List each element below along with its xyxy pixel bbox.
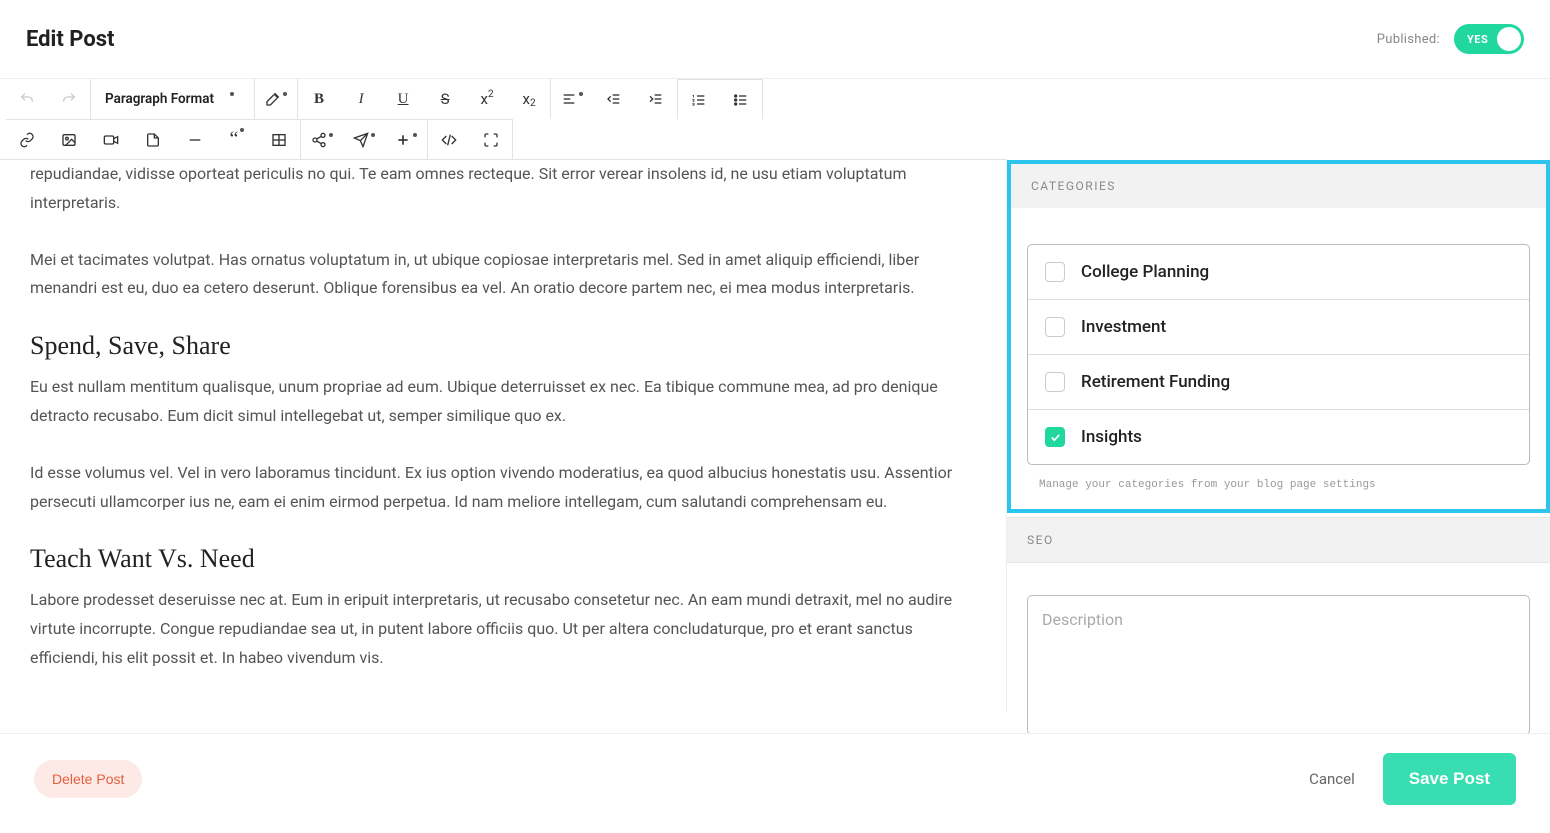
unordered-list-button[interactable]	[720, 80, 762, 120]
categories-panel: CATEGORIES College Planning Investment R…	[1007, 160, 1550, 513]
send-button[interactable]	[343, 120, 385, 160]
category-item[interactable]: College Planning	[1028, 245, 1529, 300]
code-button[interactable]	[428, 120, 470, 160]
category-checkbox[interactable]	[1045, 262, 1065, 282]
page-title: Edit Post	[26, 27, 115, 52]
seo-description-input[interactable]	[1027, 595, 1530, 735]
file-button[interactable]	[132, 120, 174, 160]
underline-button[interactable]: U	[382, 79, 424, 119]
insert-button[interactable]	[385, 120, 427, 160]
superscript-button[interactable]: x2	[466, 79, 508, 119]
paragraph-text: Labore prodesset deseruisse nec at. Eum …	[30, 586, 976, 672]
toggle-label: YES	[1467, 33, 1488, 46]
strikethrough-button[interactable]: S	[424, 79, 466, 119]
hr-button[interactable]	[174, 120, 216, 160]
category-checkbox[interactable]	[1045, 317, 1065, 337]
paragraph-text: Eu est nullam mentitum qualisque, unum p…	[30, 373, 976, 431]
italic-button[interactable]: I	[340, 79, 382, 119]
header-actions: Published: YES	[1377, 24, 1524, 54]
seo-title: SEO	[1007, 517, 1550, 563]
indent-button[interactable]	[635, 79, 677, 119]
footer: Delete Post Cancel Save Post	[0, 733, 1550, 823]
category-label: College Planning	[1081, 262, 1209, 282]
editor-toolbar: Paragraph Format B I U S x2 x2 123 “	[0, 79, 1007, 160]
magic-button[interactable]	[255, 79, 297, 119]
redo-button[interactable]	[48, 79, 90, 119]
footer-right: Cancel Save Post	[1309, 753, 1516, 805]
categories-help: Manage your categories from your blog pa…	[1039, 479, 1528, 491]
share-button[interactable]	[301, 120, 343, 160]
quote-button[interactable]: “	[216, 120, 258, 160]
category-label: Retirement Funding	[1081, 372, 1230, 392]
align-button[interactable]	[551, 79, 593, 119]
paragraph-text: Id esse volumus vel. Vel in vero laboram…	[30, 459, 976, 517]
category-item[interactable]: Retirement Funding	[1028, 355, 1529, 410]
undo-button[interactable]	[6, 79, 48, 119]
fullscreen-button[interactable]	[470, 120, 512, 160]
paragraph-text: Mei et tacimates volutpat. Has ornatus v…	[30, 246, 976, 304]
ordered-list-button[interactable]: 123	[678, 80, 720, 120]
svg-text:3: 3	[692, 101, 694, 106]
outdent-button[interactable]	[593, 79, 635, 119]
published-label: Published:	[1377, 32, 1440, 47]
cancel-button[interactable]: Cancel	[1309, 770, 1355, 788]
category-checkbox[interactable]	[1045, 427, 1065, 447]
video-button[interactable]	[90, 120, 132, 160]
heading-text: Teach Want Vs. Need	[30, 544, 976, 574]
subscript-button[interactable]: x2	[508, 79, 550, 119]
category-checkbox[interactable]	[1045, 372, 1065, 392]
delete-post-button[interactable]: Delete Post	[34, 760, 142, 798]
published-toggle[interactable]: YES	[1454, 24, 1524, 54]
link-button[interactable]	[6, 120, 48, 160]
paragraph-text: repudiandae, vidisse oporteat periculis …	[30, 160, 976, 218]
category-list: College Planning Investment Retirement F…	[1027, 244, 1530, 465]
save-post-button[interactable]: Save Post	[1383, 753, 1516, 805]
table-button[interactable]	[258, 120, 300, 160]
categories-title: CATEGORIES	[1011, 164, 1546, 208]
category-label: Investment	[1081, 317, 1166, 337]
paragraph-format-dropdown[interactable]: Paragraph Format	[91, 79, 254, 119]
bold-button[interactable]: B	[298, 79, 340, 119]
toggle-knob	[1497, 27, 1521, 51]
content-editor[interactable]: repudiandae, vidisse oporteat periculis …	[0, 160, 1007, 712]
page-header: Edit Post Published: YES	[0, 0, 1550, 79]
category-item[interactable]: Insights	[1028, 410, 1529, 464]
category-label: Insights	[1081, 427, 1142, 447]
category-item[interactable]: Investment	[1028, 300, 1529, 355]
sidebar: CATEGORIES College Planning Investment R…	[1007, 160, 1550, 792]
heading-text: Spend, Save, Share	[30, 331, 976, 361]
image-button[interactable]	[48, 120, 90, 160]
